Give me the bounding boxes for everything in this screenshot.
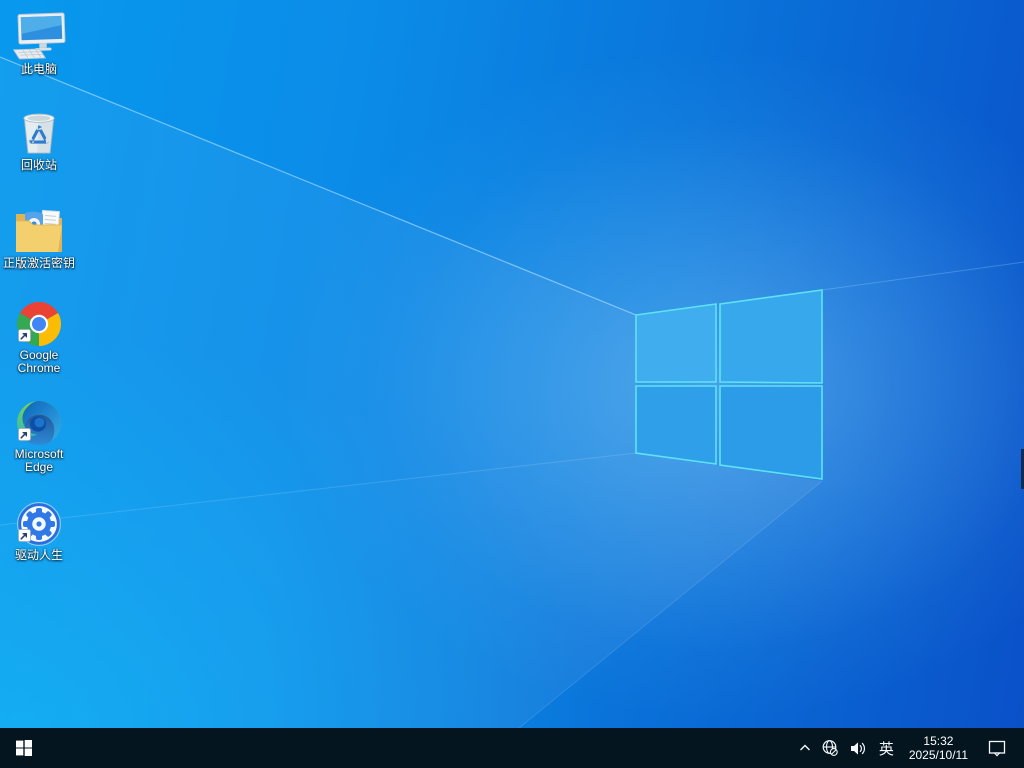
icon-label: 驱动人生 [14,548,63,562]
driver-life-icon [15,500,63,546]
google-chrome-icon [15,300,63,346]
windows-start-icon [16,740,32,756]
folder-icon [16,209,62,252]
shortcut-arrow-icon [18,329,31,347]
wallpaper [0,56,1024,768]
network-status-button[interactable] [816,728,844,768]
trash-bin-icon [23,113,55,154]
speaker-icon [850,741,865,755]
activation-key-icon [10,206,68,254]
icon-label: 回收站 [20,158,57,172]
shortcut-arrow-icon [18,529,31,547]
desktop-icon-microsoft-edge[interactable]: Microsoft Edge [1,399,77,474]
desktop-icon-driver-life[interactable]: 驱动人生 [1,500,77,562]
desktop-icon-google-chrome[interactable]: Google Chrome [1,300,77,375]
action-center-button[interactable] [976,728,1012,768]
clock-date: 2025/10/11 [908,748,968,762]
microsoft-edge-icon [15,399,63,445]
system-tray: 英 15:32 2025/10/11 [794,728,1024,768]
tray-expand-button[interactable] [794,728,816,768]
desktop[interactable]: 此电脑 回收站 正版激活密钥 Google Chrome Microsoft E… [0,0,1024,768]
this-pc-icon [10,12,68,60]
ime-indicator[interactable]: 英 [872,728,901,768]
taskbar: 英 15:32 2025/10/11 [0,728,1024,768]
icon-label: Google Chrome [17,348,61,375]
desktop-icon-activation-key[interactable]: 正版激活密钥 [1,206,77,270]
desktop-icon-recycle-bin[interactable]: 回收站 [1,108,77,172]
clock-time: 15:32 [923,734,954,748]
icon-label: 正版激活密钥 [2,256,75,270]
shortcut-arrow-icon [18,428,31,446]
globe-no-internet-icon [822,740,838,756]
recycle-bin-icon [10,108,68,156]
icon-label: Microsoft Edge [14,447,64,474]
tray-clock[interactable]: 15:32 2025/10/11 [901,728,976,768]
action-center-icon [988,740,1006,756]
chevron-up-icon [799,744,810,751]
monitor-icon [12,12,66,60]
desktop-icon-this-pc[interactable]: 此电脑 [1,12,77,76]
volume-button[interactable] [844,728,872,768]
start-button[interactable] [0,728,48,768]
icon-label: 此电脑 [20,62,57,76]
